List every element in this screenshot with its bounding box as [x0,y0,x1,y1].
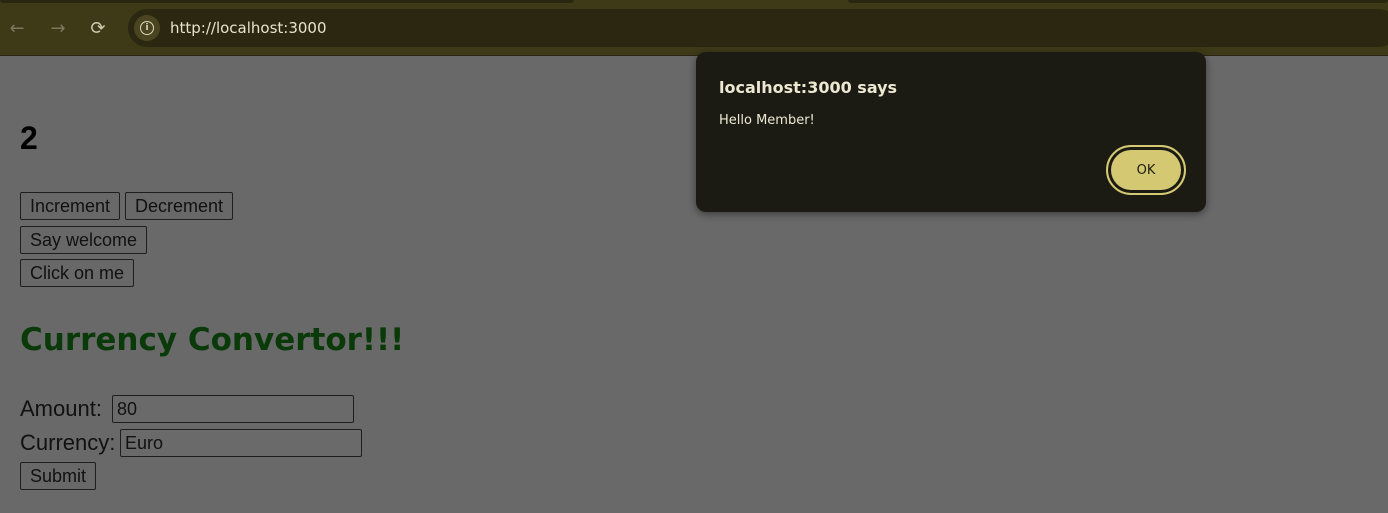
browser-toolbar: ← → ⟳ i http://localhost:3000 [0,0,1388,56]
decrement-button[interactable]: Decrement [125,192,234,220]
alert-message: Hello Member! [719,113,815,128]
alert-dialog: localhost:3000 says Hello Member! OK [696,52,1206,212]
click-on-me-button[interactable]: Click on me [20,259,135,287]
converter-heading: Currency Convertor!!! [20,322,405,358]
submit-button[interactable]: Submit [20,462,97,490]
amount-input[interactable] [112,395,354,423]
site-info-button[interactable]: i [134,15,160,41]
currency-label: Currency: [20,430,116,455]
ok-button[interactable]: OK [1106,145,1186,195]
increment-button[interactable]: Increment [20,192,121,220]
url-text[interactable]: http://localhost:3000 [170,19,327,37]
tab-edge [0,0,574,3]
tab-edge [848,0,1388,3]
reload-icon[interactable]: ⟳ [84,14,112,42]
back-icon[interactable]: ← [3,14,31,42]
amount-label: Amount: [20,396,102,421]
counter-value: 2 [20,120,38,156]
alert-title: localhost:3000 says [719,78,898,97]
address-bar[interactable]: i http://localhost:3000 [128,9,1388,47]
currency-input[interactable] [120,429,362,457]
forward-icon[interactable]: → [44,14,72,42]
info-icon: i [140,21,154,35]
say-welcome-button[interactable]: Say welcome [20,226,148,254]
